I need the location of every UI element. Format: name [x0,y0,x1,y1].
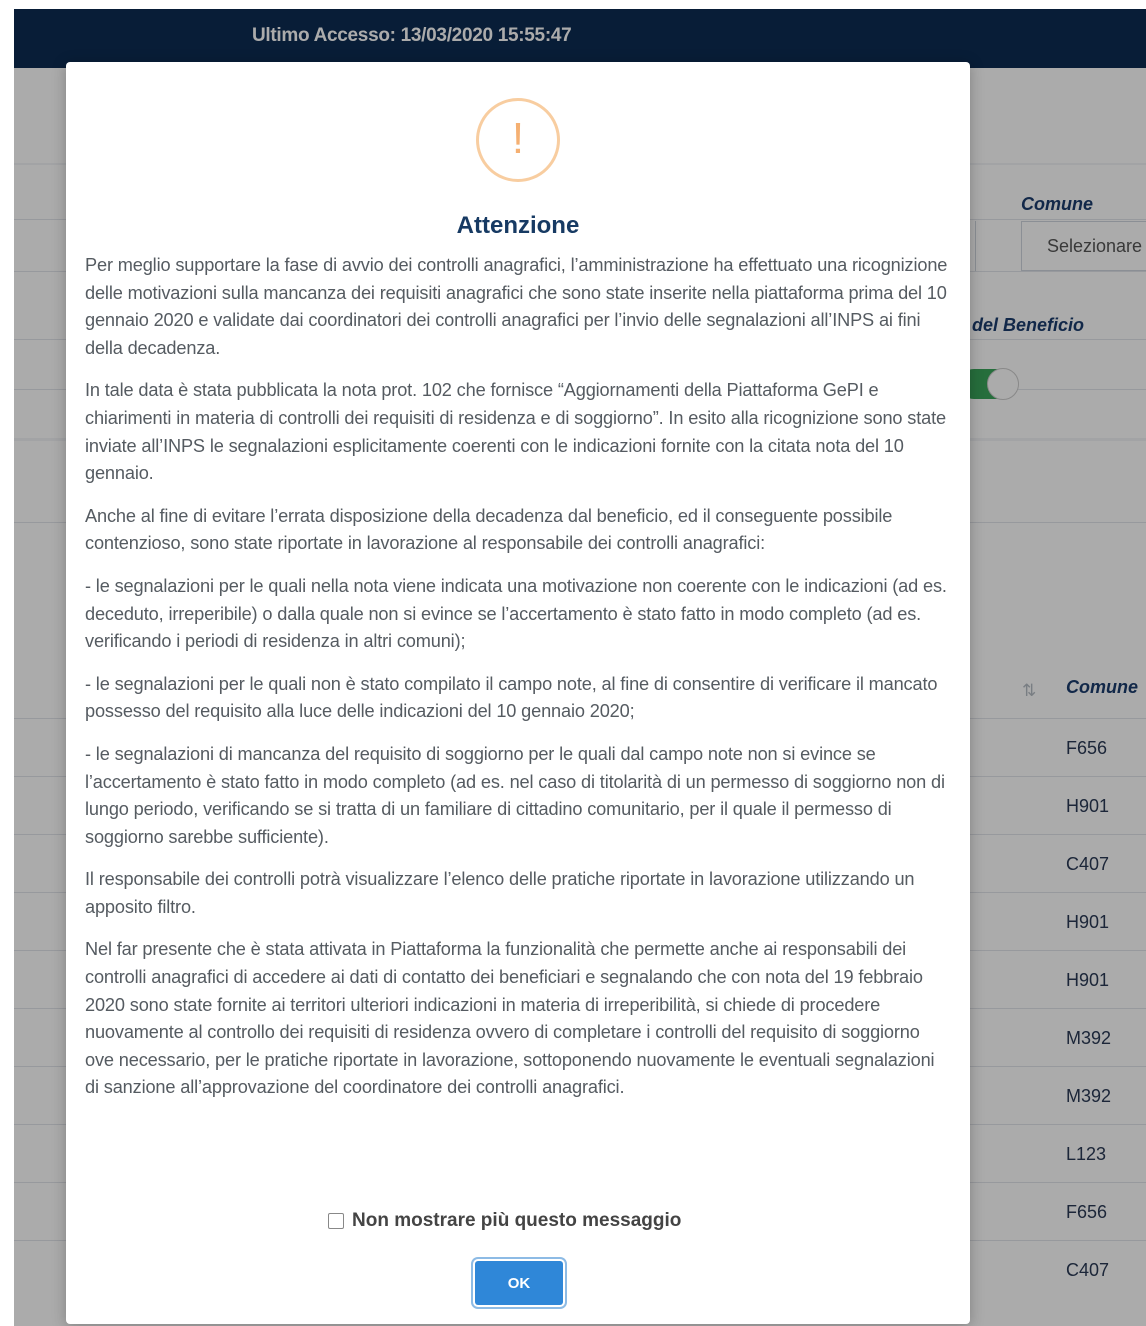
dont-show-label: Non mostrare più questo messaggio [352,1210,682,1231]
modal-paragraph: Il responsabile dei controlli potrà visu… [85,869,915,917]
ok-button[interactable]: OK [475,1261,563,1305]
dont-show-checkbox[interactable] [328,1213,344,1229]
dont-show-again[interactable]: Non mostrare più questo messaggio [328,1210,681,1232]
modal-paragraph: Per meglio supportare la fase di avvio d… [85,255,948,358]
modal-body: Per meglio supportare la fase di avvio d… [85,252,951,1117]
modal-paragraph: Anche al fine di evitare l’errata dispos… [85,505,893,554]
modal-paragraph: Nel far presente che è stata attivata in… [85,939,935,1098]
attention-modal: ! Attenzione Per meglio supportare la fa… [66,62,970,1324]
modal-paragraph: - le segnalazioni per le quali nella not… [85,575,947,652]
warning-icon: ! [476,98,560,182]
modal-title: Attenzione [456,212,580,239]
modal-paragraph: - le segnalazioni di mancanza del requis… [85,743,945,847]
modal-paragraph: In tale data è stata pubblicata la nota … [85,380,946,484]
modal-paragraph: - le segnalazioni per le quali non è sta… [85,673,938,722]
